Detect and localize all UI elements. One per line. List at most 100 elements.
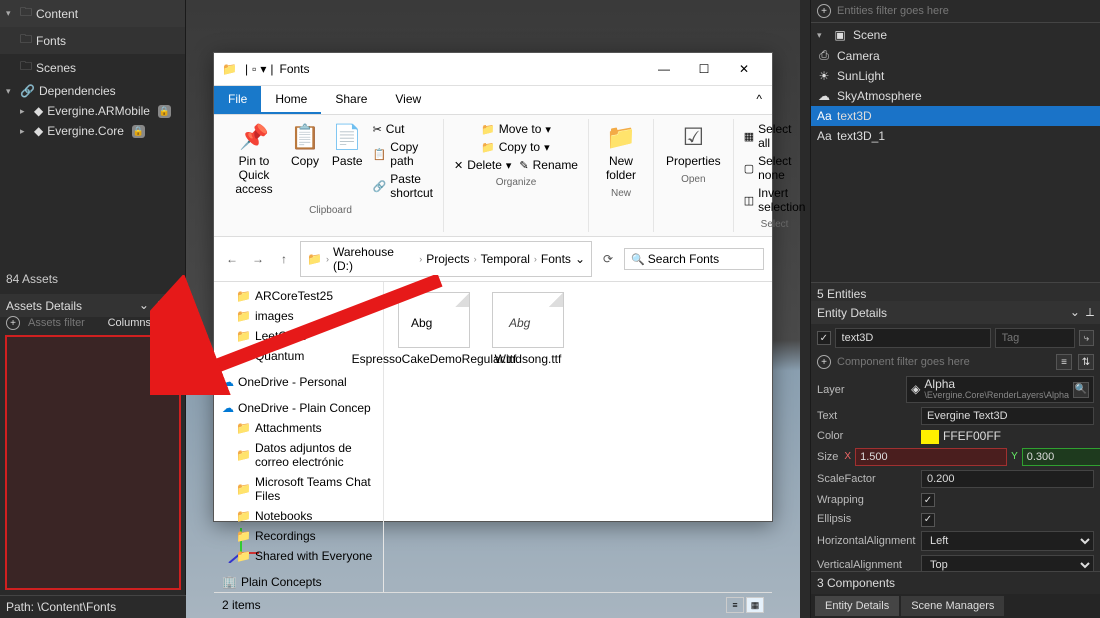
view-details-button[interactable]: ≡	[726, 597, 744, 613]
nav-folder[interactable]: 📁Attachments	[216, 418, 381, 438]
rename-button[interactable]: ✎ Rename	[517, 157, 580, 173]
nav-folder[interactable]: 📁Microsoft Teams Chat Files	[216, 472, 381, 506]
camera-icon: ⎙	[817, 48, 831, 63]
halign-select[interactable]: Left	[921, 531, 1094, 551]
nav-folder[interactable]: 📁Datos adjuntos de correo electrónic	[216, 438, 381, 472]
run-icon[interactable]: ⤷	[1079, 330, 1094, 346]
chevron-down-icon[interactable]: ⌄	[1070, 305, 1080, 320]
scene-text3d[interactable]: Aatext3D	[811, 106, 1100, 126]
plus-icon[interactable]: +	[6, 316, 20, 330]
nav-folder[interactable]: 📁images	[216, 306, 381, 326]
paste-shortcut-button[interactable]: 🔗 Paste shortcut	[371, 171, 435, 201]
refresh-button[interactable]: ⟳	[598, 249, 618, 269]
sliders-icon[interactable]: ⇅	[1078, 354, 1094, 370]
layer-ref[interactable]: ◈Alpha\Evergine.Core\RenderLayers\Alpha🔍	[906, 376, 1094, 403]
right-panel: + Entities filter goes here ▾▣Scene ⎙Cam…	[810, 0, 1100, 618]
wrapping-checkbox[interactable]: ✓	[921, 493, 935, 507]
plus-icon[interactable]: +	[817, 355, 831, 369]
tab-view[interactable]: View	[381, 86, 435, 114]
invert-selection-button[interactable]: ◫ Invert selection	[742, 185, 808, 215]
folder-icon: 📁	[307, 252, 322, 266]
pin-icon[interactable]: ⟂	[1086, 305, 1094, 320]
quick-access-icon[interactable]: ▫	[252, 62, 256, 76]
maximize-button[interactable]: ☐	[684, 57, 724, 81]
tab-share[interactable]: Share	[321, 86, 381, 114]
new-folder-button[interactable]: 📁New folder	[597, 121, 645, 184]
enabled-check[interactable]: ✓	[817, 331, 831, 345]
nav-plain-concepts[interactable]: 🏢Plain Concepts	[216, 572, 381, 592]
ellipsis-checkbox[interactable]: ✓	[921, 513, 935, 527]
quick-props-icon[interactable]: ▾	[260, 62, 266, 76]
tree-dependencies[interactable]: ▾🔗Dependencies	[0, 81, 185, 101]
cut-button[interactable]: ✂ Cut	[371, 121, 435, 137]
tab-home[interactable]: Home	[261, 86, 321, 114]
properties-button[interactable]: ☑Properties	[662, 121, 725, 170]
delete-button[interactable]: ✕ Delete ▾	[452, 157, 513, 173]
size-x-input[interactable]	[855, 448, 1007, 466]
view-icons-button[interactable]: ▦	[746, 597, 764, 613]
nav-tree: 📁ARCoreTest25 📁images 📁LeetCode 📁Quantum…	[214, 282, 384, 592]
nav-onedrive-plain[interactable]: ☁OneDrive - Plain Concep	[216, 398, 381, 418]
tree-content[interactable]: ▾🗀Content	[0, 0, 185, 27]
search-input[interactable]: 🔍 Search Fonts	[624, 248, 764, 270]
pin-button[interactable]: 📌Pin to Quick access	[226, 121, 282, 201]
tree-armobile[interactable]: ▸◆Evergine.ARMobile🔒	[0, 101, 185, 121]
pin-icon[interactable]: ⟂	[155, 298, 163, 313]
scene-text3d1[interactable]: Aatext3D_1	[811, 126, 1100, 146]
scene-camera[interactable]: ⎙Camera	[811, 45, 1100, 66]
tab-file[interactable]: File	[214, 86, 261, 114]
assets-drop-area[interactable]	[5, 335, 181, 590]
copy-button[interactable]: 📋Copy	[286, 121, 324, 201]
text-icon: Aa	[817, 129, 831, 143]
ribbon-collapse-icon[interactable]: ^	[746, 86, 772, 114]
search-icon[interactable]: 🔍	[1073, 382, 1089, 398]
up-button[interactable]: ↑	[274, 249, 294, 269]
paste-button[interactable]: 📄Paste	[328, 121, 367, 201]
close-icon[interactable]: ✕	[169, 298, 179, 313]
size-y-input[interactable]	[1022, 448, 1100, 466]
copy-path-button[interactable]: 📋 Copy path	[371, 139, 435, 169]
tree-core[interactable]: ▸◆Evergine.Core🔒	[0, 121, 185, 141]
entity-name-input[interactable]	[835, 328, 991, 348]
lock-icon: 🔒	[158, 105, 171, 118]
nav-onedrive-personal[interactable]: ☁OneDrive - Personal	[216, 372, 381, 392]
tab-entity-details[interactable]: Entity Details	[815, 596, 899, 616]
status-text: 2 items	[222, 598, 261, 612]
scene-sunlight[interactable]: ☀SunLight	[811, 66, 1100, 86]
tab-scene-managers[interactable]: Scene Managers	[901, 596, 1004, 616]
chevron-down-icon[interactable]: ⌄	[139, 298, 149, 313]
file-item[interactable]: Abg Windsong.ttf	[488, 292, 568, 366]
left-panel: ▾🗀Content 🗀Fonts 🗀Scenes ▾🔗Dependencies …	[0, 0, 186, 618]
tree-scenes[interactable]: 🗀Scenes	[0, 54, 185, 81]
select-all-button[interactable]: ▦ Select all	[742, 121, 808, 151]
scale-input[interactable]	[921, 470, 1094, 488]
valign-select[interactable]: Top	[921, 555, 1094, 571]
nav-folder[interactable]: 📁LeetCode	[216, 326, 381, 346]
nav-folder[interactable]: 📁Notebooks	[216, 506, 381, 526]
copy-to-button[interactable]: 📁 Copy to ▾	[479, 139, 553, 155]
nav-folder[interactable]: 📁Recordings	[216, 526, 381, 546]
text-input[interactable]	[921, 407, 1094, 425]
file-list[interactable]: Abg EspressoCakeDemoRegular.ttf Abg Wind…	[384, 282, 772, 592]
move-to-button[interactable]: 📁 Move to ▾	[479, 121, 553, 137]
breadcrumb[interactable]: 📁 › Warehouse (D:)› Projects› Temporal› …	[300, 241, 592, 277]
plus-icon[interactable]: +	[817, 4, 831, 18]
file-item[interactable]: Abg EspressoCakeDemoRegular.ttf	[394, 292, 474, 366]
columns-slider[interactable]	[159, 321, 179, 325]
nav-folder[interactable]: 📁Shared with Everyone	[216, 546, 381, 566]
close-button[interactable]: ✕	[724, 57, 764, 81]
tree-fonts[interactable]: 🗀Fonts	[0, 27, 185, 54]
path-bar: Path: \Content\Fonts	[0, 595, 186, 618]
scene-sky[interactable]: ☁SkyAtmosphere	[811, 86, 1100, 106]
entity-tag-input[interactable]	[995, 328, 1075, 348]
forward-button[interactable]: →	[248, 249, 268, 269]
chevron-down-icon[interactable]: ⌄	[575, 252, 585, 266]
minimize-button[interactable]: —	[644, 57, 684, 81]
sliders-icon[interactable]: ≡	[1056, 354, 1072, 370]
back-button[interactable]: ←	[222, 249, 242, 269]
scene-icon: ▣	[833, 28, 847, 42]
select-none-button[interactable]: ▢ Select none	[742, 153, 808, 183]
scene-root[interactable]: ▾▣Scene	[811, 25, 1100, 45]
nav-folder[interactable]: 📁ARCoreTest25	[216, 286, 381, 306]
color-swatch[interactable]	[921, 430, 939, 444]
